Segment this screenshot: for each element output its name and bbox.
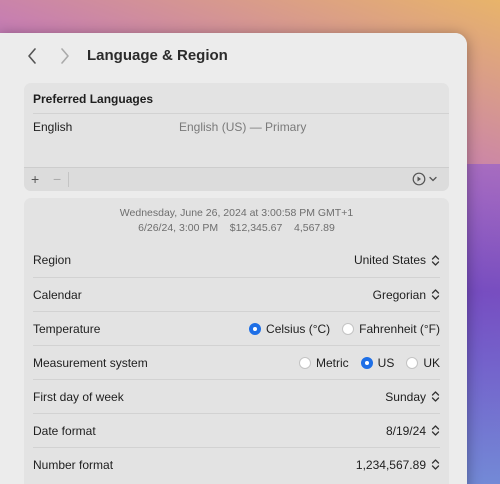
divider	[68, 172, 69, 187]
temperature-row: Temperature Celsius (°C) Fahrenheit (°F)	[33, 311, 440, 345]
settings-window: Language & Region Preferred Languages En…	[0, 33, 467, 484]
more-options-icon	[412, 172, 426, 186]
celsius-radio[interactable]: Celsius (°C)	[249, 322, 330, 336]
updown-chevron-icon	[431, 391, 440, 402]
us-radio[interactable]: US	[360, 355, 395, 370]
language-options-menu[interactable]	[412, 172, 437, 186]
calendar-select[interactable]: Gregorian	[373, 288, 440, 302]
first-day-label: First day of week	[33, 389, 124, 404]
add-language-button[interactable]: +	[31, 170, 39, 188]
first-day-value: Sunday	[385, 389, 426, 404]
page-title: Language & Region	[87, 47, 228, 64]
date-format-value: 8/19/24	[385, 423, 426, 438]
fahrenheit-radio[interactable]: Fahrenheit (°F)	[342, 322, 440, 336]
region-row: Region United States	[33, 243, 440, 277]
updown-chevron-icon	[431, 459, 440, 470]
region-value: United States	[353, 253, 426, 267]
date-format-select[interactable]: 8/19/24	[386, 424, 440, 438]
number-format-label: Number format	[33, 457, 114, 472]
radio-unselected-icon	[342, 322, 355, 335]
region-select[interactable]: United States	[354, 253, 440, 267]
back-button[interactable]	[22, 45, 42, 67]
first-day-select[interactable]: Sunday	[385, 390, 440, 404]
us-label: US	[377, 355, 395, 370]
measurement-row: Measurement system Metric US UK	[33, 345, 440, 379]
temperature-label: Temperature	[33, 321, 101, 336]
toolbar: Language & Region	[0, 33, 467, 79]
number-format-row: Number format 1,234,567.89	[33, 447, 440, 481]
language-detail: English (US) — Primary	[179, 120, 307, 134]
measurement-radio-group: Metric US UK	[298, 355, 440, 370]
updown-chevron-icon	[431, 425, 440, 436]
date-format-label: Date format	[33, 423, 96, 438]
chevron-left-icon	[28, 48, 36, 64]
fahrenheit-label: Fahrenheit (°F)	[359, 321, 440, 336]
metric-radio[interactable]: Metric	[298, 355, 349, 370]
uk-radio[interactable]: UK	[406, 356, 440, 370]
date-format-row: Date format 8/19/24	[33, 413, 440, 447]
preview-format-line: 6/26/24, 3:00 PM $12,345.67 4,567.89	[138, 222, 335, 234]
temperature-radio-group: Celsius (°C) Fahrenheit (°F)	[249, 322, 440, 336]
uk-label: UK	[423, 355, 440, 370]
language-list-toolbar: + −	[24, 167, 449, 191]
format-preview: Wednesday, June 26, 2024 at 3:00:58 PM G…	[24, 206, 449, 236]
section-heading: Preferred Languages	[33, 92, 154, 106]
divider	[33, 113, 449, 114]
chevron-right-icon	[61, 48, 69, 64]
radio-selected-icon	[249, 322, 262, 335]
region-label: Region	[33, 253, 72, 267]
measurement-label: Measurement system	[33, 355, 148, 370]
forward-button[interactable]	[55, 45, 75, 67]
radio-selected-icon	[360, 356, 373, 369]
region-settings-panel: Wednesday, June 26, 2024 at 3:00:58 PM G…	[24, 198, 449, 484]
chevron-down-icon	[429, 176, 437, 182]
calendar-value: Gregorian	[372, 287, 426, 302]
remove-language-button[interactable]: −	[53, 170, 61, 188]
preferred-languages-panel: Preferred Languages English English (US)…	[24, 83, 449, 191]
updown-chevron-icon	[431, 254, 440, 266]
metric-label: Metric	[315, 355, 349, 370]
celsius-label: Celsius (°C)	[266, 321, 331, 336]
updown-chevron-icon	[431, 289, 440, 300]
first-day-row: First day of week Sunday	[33, 379, 440, 413]
number-format-select[interactable]: 1,234,567.89	[356, 458, 440, 472]
number-format-value: 1,234,567.89	[355, 457, 426, 472]
calendar-label: Calendar	[33, 287, 82, 302]
radio-unselected-icon	[406, 356, 419, 369]
preview-date-line: Wednesday, June 26, 2024 at 3:00:58 PM G…	[119, 207, 354, 219]
radio-unselected-icon	[298, 356, 311, 369]
calendar-row: Calendar Gregorian	[33, 277, 440, 311]
language-name[interactable]: English	[33, 120, 72, 134]
